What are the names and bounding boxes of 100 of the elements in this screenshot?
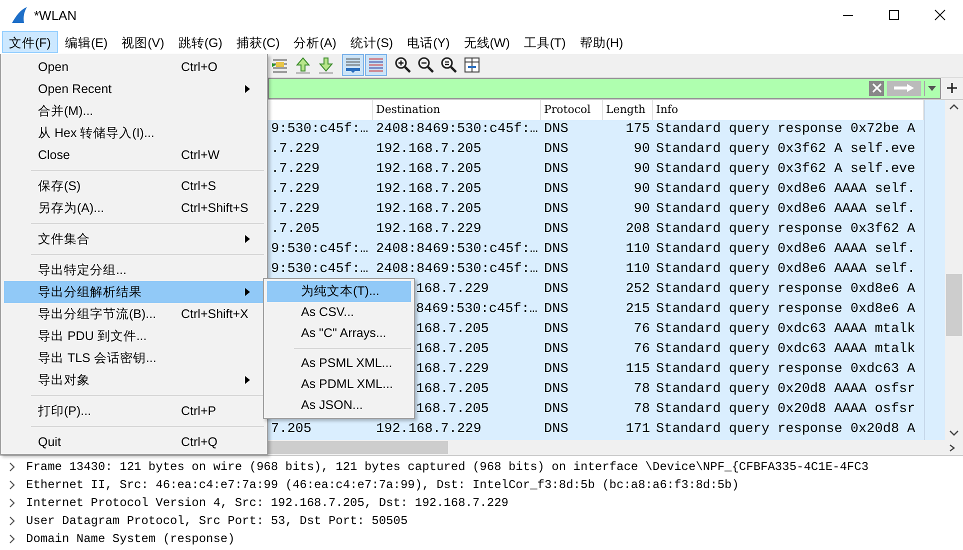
menu-item[interactable]: 文件集合 [4,228,264,250]
window-title: *WLAN [34,8,77,22]
tree-item[interactable]: Internet Protocol Version 4, Src: 192.168.7.205, Dst: 192.168.7.229 [0,494,963,512]
menu-item[interactable]: 另存为(A)... Ctrl+Shift+S [4,197,264,219]
table-cell-text: DNS [543,321,570,340]
table-cell-text: 78 [632,401,651,420]
table-cell-text: Standard query 0xdc63 AAAA mtalk [655,321,916,340]
menu-bar-item[interactable]: 跳转(G) [171,31,230,53]
menu-item[interactable]: Quit Ctrl+Q [4,431,264,453]
menu-bar-item[interactable]: 文件(F) [2,31,58,53]
menu-bar-item[interactable]: 统计(S) [343,31,400,53]
table-cell-text: DNS [543,301,570,320]
table-cell-text: 76 [632,321,651,340]
table-cell-text: Standard query 0xdc63 AAAA mtalk [655,341,916,360]
menu-item[interactable]: Close Ctrl+W [4,144,264,166]
menu-bar-item[interactable]: 帮助(H) [572,31,630,53]
table-cell-text: 2408:8469:530:c45f:… [375,241,540,260]
detail-line: Frame 13430: 121 bytes on wire (968 bits), 121 bytes captured (968 bits) on interface \Device\NPF_{CFBFA335-4C1E-4FC3 [26,460,869,474]
toolbar-button[interactable] [342,54,364,76]
shortcut-label: Ctrl+P [181,403,216,420]
table-cell-text: 90 [632,181,651,200]
packet-row[interactable]: 7.205 192.168.7.229 DNS 171 Standard query response 0x20d8 A [268,420,924,440]
tree-item[interactable]: User Datagram Protocol, Src Port: 53, Dst Port: 50505 [0,512,963,530]
detail-line: Internet Protocol Version 4, Src: 192.168.7.205, Dst: 192.168.7.229 [26,496,508,510]
shortcut-label: Ctrl+S [181,178,216,195]
table-cell-text: 110 [624,241,651,260]
table-cell-text: DNS [543,241,570,260]
table-cell-text: 110 [624,261,651,280]
menu-bar-item[interactable]: 捕获(C) [229,31,287,53]
menu-item[interactable]: 导出对象 [4,369,264,391]
zoom-reset-icon [440,56,458,74]
menu-bar-item[interactable]: 无线(W) [456,31,517,53]
clear-button[interactable] [869,80,884,96]
tree-item[interactable]: Domain Name System (response) [0,530,963,548]
table-cell-text: .7.205 [270,221,321,240]
menu-item[interactable]: 导出 PDU 到文件... [4,325,264,347]
menu-item[interactable]: 导出分组字节流(B)... Ctrl+Shift+X [4,303,264,325]
table-cell-text: 168.7.229 [415,361,490,380]
shortcut-label: Ctrl+Shift+X [181,306,248,323]
table-cell-text: 9:530:c45f:… [270,241,370,260]
table-cell-text: Standard query 0x20d8 AAAA osfsr [655,381,916,400]
table-cell-text: Standard query 0xd8e6 AAAA self. [655,181,916,200]
table-cell-text: DNS [543,381,570,400]
tree-item[interactable]: Frame 13430: 121 bytes on wire (968 bits), 121 bytes captured (968 bits) on interface \Device\NPF_{CFBFA335-4C1E-4FC3 [0,458,963,476]
menu-item[interactable]: Open Recent [4,78,264,100]
table-cell-text: DNS [543,341,570,360]
scroll-thumb[interactable] [946,274,962,336]
menu-item[interactable]: As CSV... [267,302,411,323]
shortcut-label: Ctrl+Q [181,434,218,451]
packet-row[interactable]: .7.229 192.168.7.205 DNS 90 Standard query 0x3f62 A self.eve [268,140,924,160]
autoscroll-icon [344,56,362,74]
table-cell-text: 7.205 [270,421,313,440]
menu-bar-item[interactable]: 编辑(E) [58,31,115,53]
table-cell-text: 90 [632,201,651,220]
display-filter-field[interactable] [268,78,941,99]
packet-row[interactable]: 9:530:c45f:… 2408:8469:530:c45f:… DNS 110 Standard query 0xd8e6 AAAA self. [268,260,924,280]
table-cell-text: 168.7.205 [415,381,490,400]
table-cell-text: 192.168.7.205 [375,201,482,220]
scroll-thumb[interactable] [268,441,448,454]
packet-row[interactable]: 9:530:c45f:… 2408:8469:530:c45f:… DNS 175 Standard query response 0x72be A [268,120,924,140]
packet-row[interactable]: .7.229 192.168.7.205 DNS 90 Standard query 0xd8e6 AAAA self. [268,180,924,200]
packet-row[interactable]: 9:530:c45f:… 2408:8469:530:c45f:… DNS 110 Standard query 0xd8e6 AAAA self. [268,240,924,260]
table-cell-text: Standard query 0x20d8 AAAA osfsr [655,401,916,420]
table-cell-text: Standard query response 0x3f62 A [655,221,916,240]
menu-item[interactable]: 导出特定分组... [4,259,264,281]
packet-row[interactable]: .7.205 192.168.7.229 DNS 208 Standard query response 0x3f62 A [268,220,924,240]
packet-row[interactable]: .7.229 192.168.7.205 DNS 90 Standard query 0x3f62 A self.eve [268,160,924,180]
menu-item[interactable]: 打印(P)... Ctrl+P [4,400,264,422]
submenu-arrow-icon [245,376,250,384]
menu-bar-item[interactable]: 分析(A) [286,31,344,53]
add-button[interactable] [945,81,959,96]
shortcut-label: Ctrl+Shift+S [181,200,248,217]
toolbar-button[interactable] [365,54,387,76]
table-cell-text: 2408:8469:530:c45f:… [375,121,540,140]
submenu-arrow-icon [245,288,250,296]
table-cell-text: DNS [543,181,570,200]
table-cell-text: Standard query 0xd8e6 AAAA self. [655,201,916,220]
menu-bar-item[interactable]: 视图(V) [114,31,172,53]
menu-item[interactable]: 导出 TLS 会话密钥... [4,347,264,369]
dropdown-button[interactable] [924,80,938,96]
table-cell-text: Standard query response 0x72be A [655,121,916,140]
tree-item[interactable]: Ethernet II, Src: 46:ea:c4:e7:7a:99 (46:ea:c4:e7:7a:99), Dst: IntelCor_f3:8d:5b (bc:a8:a6:f3:8d:5b) [0,476,963,494]
shortcut-label: Ctrl+W [181,147,220,164]
menu-item[interactable]: 导出分组解析结果 [4,281,264,303]
vertical-scrollbar[interactable] [945,100,963,440]
maximize-icon [888,9,900,21]
table-cell-text: DNS [543,361,570,380]
table-cell-text: Standard query response 0x20d8 A [655,421,916,440]
detail-line: User Datagram Protocol, Src Port: 53, Dst Port: 50505 [26,514,408,528]
table-cell-text: 168.7.205 [415,401,490,420]
packet-row[interactable]: .7.229 192.168.7.205 DNS 90 Standard query 0xd8e6 AAAA self. [268,200,924,220]
menu-bar-item[interactable]: 电话(Y) [400,31,457,53]
menu-item[interactable]: 合并(M)... [4,100,264,122]
colored-lines-icon [367,56,385,74]
table-cell-text: 90 [632,141,651,160]
menu-bar-item[interactable]: 工具(T) [516,31,573,53]
menu-item[interactable]: 从 Hex 转储导入(I)... [4,122,264,144]
menu-item[interactable]: 保存(S) Ctrl+S [4,175,264,197]
menu-item[interactable]: Open Ctrl+O [4,56,264,78]
menu-item[interactable]: 为纯文本(T)... [267,281,411,302]
